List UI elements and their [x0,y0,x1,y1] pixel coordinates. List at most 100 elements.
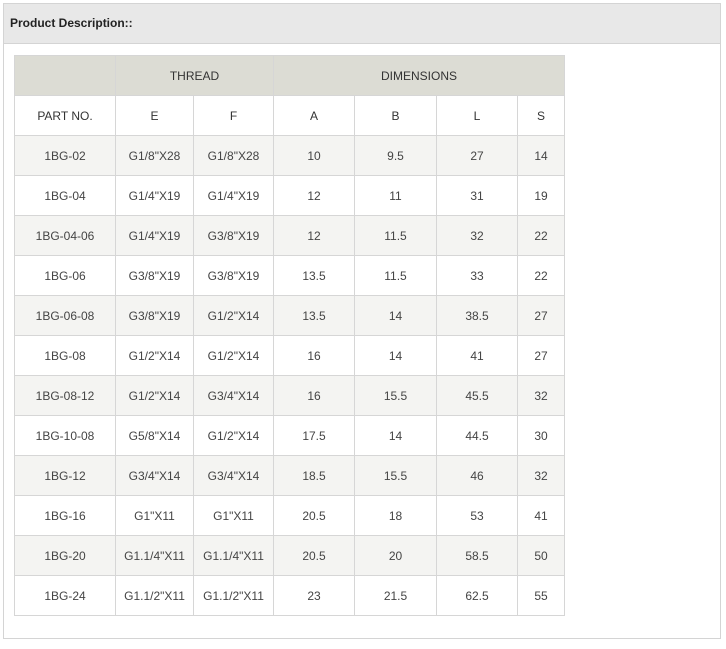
cell-dim-l: 46 [436,455,518,496]
cell-dim-s: 41 [517,495,565,536]
column-header-e: E [115,95,194,136]
cell-thread-e: G1.1/2"X11 [115,575,194,616]
cell-dim-s: 50 [517,535,565,576]
cell-thread-f: G1/2"X14 [193,335,274,376]
cell-dim-s: 22 [517,255,565,296]
cell-dim-l: 31 [436,175,518,216]
cell-dim-a: 16 [273,375,355,416]
cell-dim-l: 45.5 [436,375,518,416]
cell-dim-b: 11.5 [354,215,437,256]
cell-dim-b: 18 [354,495,437,536]
cell-thread-f: G3/4"X14 [193,375,274,416]
cell-dim-s: 30 [517,415,565,456]
cell-dim-b: 14 [354,295,437,336]
cell-dim-l: 58.5 [436,535,518,576]
table-row: 1BG-06-08 G3/8"X19 G1/2"X14 13.5 14 38.5… [14,295,565,336]
cell-part-no: 1BG-02 [14,135,116,176]
cell-part-no: 1BG-24 [14,575,116,616]
cell-thread-e: G1/8"X28 [115,135,194,176]
column-header-b: B [354,95,437,136]
cell-dim-a: 17.5 [273,415,355,456]
cell-thread-f: G1.1/4"X11 [193,535,274,576]
table-row: 1BG-08 G1/2"X14 G1/2"X14 16 14 41 27 [14,335,565,376]
cell-dim-l: 38.5 [436,295,518,336]
cell-dim-a: 10 [273,135,355,176]
cell-thread-f: G3/8"X19 [193,255,274,296]
cell-part-no: 1BG-12 [14,455,116,496]
cell-dim-s: 32 [517,375,565,416]
group-header-thread: THREAD [115,55,274,96]
cell-thread-e: G3/4"X14 [115,455,194,496]
cell-thread-e: G1/4"X19 [115,175,194,216]
cell-dim-l: 33 [436,255,518,296]
cell-dim-s: 27 [517,335,565,376]
cell-dim-b: 15.5 [354,455,437,496]
cell-dim-a: 20.5 [273,495,355,536]
cell-dim-l: 62.5 [436,575,518,616]
cell-dim-s: 32 [517,455,565,496]
cell-dim-l: 32 [436,215,518,256]
cell-dim-a: 20.5 [273,535,355,576]
cell-part-no: 1BG-08-12 [14,375,116,416]
table-row: 1BG-20 G1.1/4"X11 G1.1/4"X11 20.5 20 58.… [14,535,565,576]
column-header-row: PART NO. E F A B L S [14,95,565,136]
cell-dim-b: 20 [354,535,437,576]
cell-dim-b: 11 [354,175,437,216]
cell-thread-e: G1/4"X19 [115,215,194,256]
column-header-a: A [273,95,355,136]
cell-dim-a: 18.5 [273,455,355,496]
cell-dim-s: 19 [517,175,565,216]
cell-part-no: 1BG-20 [14,535,116,576]
cell-part-no: 1BG-10-08 [14,415,116,456]
table-row: 1BG-16 G1"X11 G1"X11 20.5 18 53 41 [14,495,565,536]
cell-dim-l: 53 [436,495,518,536]
column-header-s: S [517,95,565,136]
cell-thread-e: G3/8"X19 [115,255,194,296]
cell-dim-s: 27 [517,295,565,336]
spec-table: THREAD DIMENSIONS PART NO. E F A B L S 1… [14,55,565,616]
cell-dim-b: 9.5 [354,135,437,176]
cell-part-no: 1BG-04 [14,175,116,216]
group-header-dimensions: DIMENSIONS [273,55,565,96]
cell-dim-s: 22 [517,215,565,256]
group-header-row: THREAD DIMENSIONS [14,55,565,96]
cell-thread-f: G1/4"X19 [193,175,274,216]
cell-dim-a: 13.5 [273,295,355,336]
cell-thread-f: G1/8"X28 [193,135,274,176]
cell-thread-f: G3/8"X19 [193,215,274,256]
cell-part-no: 1BG-04-06 [14,215,116,256]
cell-dim-b: 21.5 [354,575,437,616]
product-description-panel: Product Description:: THREAD DIMENSIONS … [3,3,721,639]
cell-thread-e: G1/2"X14 [115,375,194,416]
cell-dim-s: 14 [517,135,565,176]
cell-thread-f: G1"X11 [193,495,274,536]
cell-part-no: 1BG-06-08 [14,295,116,336]
cell-dim-a: 12 [273,215,355,256]
cell-part-no: 1BG-08 [14,335,116,376]
cell-dim-a: 23 [273,575,355,616]
cell-thread-f: G1/2"X14 [193,295,274,336]
column-header-f: F [193,95,274,136]
column-header-part-no: PART NO. [14,95,116,136]
cell-dim-a: 12 [273,175,355,216]
cell-dim-l: 44.5 [436,415,518,456]
cell-thread-f: G3/4"X14 [193,455,274,496]
cell-dim-s: 55 [517,575,565,616]
cell-dim-b: 14 [354,335,437,376]
table-row: 1BG-06 G3/8"X19 G3/8"X19 13.5 11.5 33 22 [14,255,565,296]
group-header-blank [14,55,116,96]
cell-thread-e: G1/2"X14 [115,335,194,376]
cell-dim-b: 14 [354,415,437,456]
cell-dim-a: 16 [273,335,355,376]
cell-thread-f: G1/2"X14 [193,415,274,456]
cell-thread-e: G3/8"X19 [115,295,194,336]
cell-dim-b: 11.5 [354,255,437,296]
cell-thread-e: G1.1/4"X11 [115,535,194,576]
cell-part-no: 1BG-06 [14,255,116,296]
panel-title: Product Description:: [10,15,133,30]
cell-thread-e: G5/8"X14 [115,415,194,456]
cell-thread-f: G1.1/2"X11 [193,575,274,616]
cell-part-no: 1BG-16 [14,495,116,536]
table-row: 1BG-24 G1.1/2"X11 G1.1/2"X11 23 21.5 62.… [14,575,565,616]
cell-dim-l: 41 [436,335,518,376]
